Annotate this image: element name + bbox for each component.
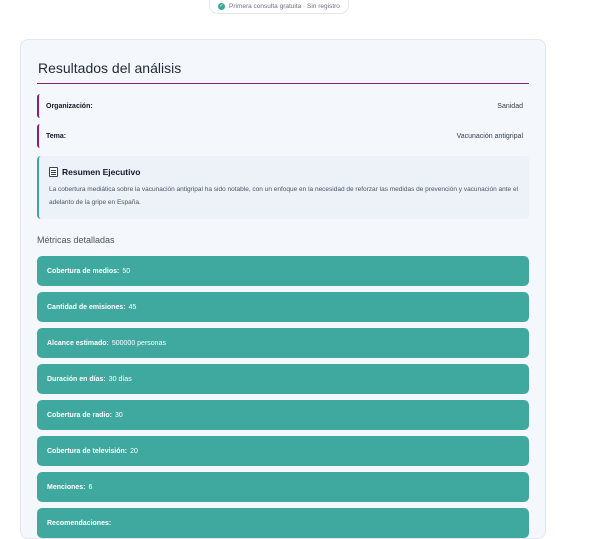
results-title: Resultados del análisis [38,60,182,76]
metric-label: Duración en días: [47,375,106,383]
metric-value: 45 [128,303,137,311]
clipboard-icon [49,167,58,177]
metric-label: Alcance estimado: [47,339,109,347]
metric-duration-days: Duración en días: 30 días [37,364,529,394]
metric-value: 30 días [108,375,132,383]
metric-value: 50 [122,267,131,275]
metric-media-coverage: Cobertura de medios: 50 [37,256,529,286]
metric-value: 6 [88,483,93,491]
metric-label: Cobertura de televisión: [47,447,128,455]
badge-text: Primera consulta gratuita · Sin registro [229,3,340,10]
metric-label: Cantidad de emisiones: [47,303,126,311]
metric-label: Recomendaciones: [47,519,112,527]
metric-broadcast-count: Cantidad de emisiones: 45 [37,292,529,322]
metric-estimated-reach: Alcance estimado: 500000 personas [37,328,529,358]
executive-summary: Resumen Ejecutivo La cobertura mediática… [37,156,529,219]
info-label: Organización: [46,102,93,110]
info-label: Tema: [46,132,67,140]
free-consultation-badge: ✓ Primera consulta gratuita · Sin regist… [209,0,349,14]
results-card: Resultados del análisis Organización: Sa… [20,39,546,539]
metric-label: Cobertura de radio: [47,411,112,419]
info-value: Vacunación antigripal [456,132,523,140]
metric-label: Cobertura de medios: [47,267,120,275]
check-circle-icon: ✓ [218,3,225,10]
title-divider [37,83,529,84]
metric-label: Menciones: [47,483,86,491]
info-row-organization: Organización: Sanidad [37,94,529,118]
metric-mentions: Menciones: 6 [37,472,529,502]
metric-tv-coverage: Cobertura de televisión: 20 [37,436,529,466]
summary-text: La cobertura mediática sobre la vacunaci… [49,186,519,206]
metric-value: 20 [130,447,138,455]
metric-radio-coverage: Cobertura de radio: 30 [37,400,529,430]
info-value: Sanidad [497,102,523,110]
metric-recommendations: Recomendaciones: [37,508,529,538]
metric-value: 30 [114,411,123,419]
summary-title: Resumen Ejecutivo [62,167,141,177]
metric-value: 500000 personas [111,339,166,347]
info-row-topic: Tema: Vacunación antigripal [37,124,529,148]
metrics-title: Métricas detalladas [37,235,115,245]
